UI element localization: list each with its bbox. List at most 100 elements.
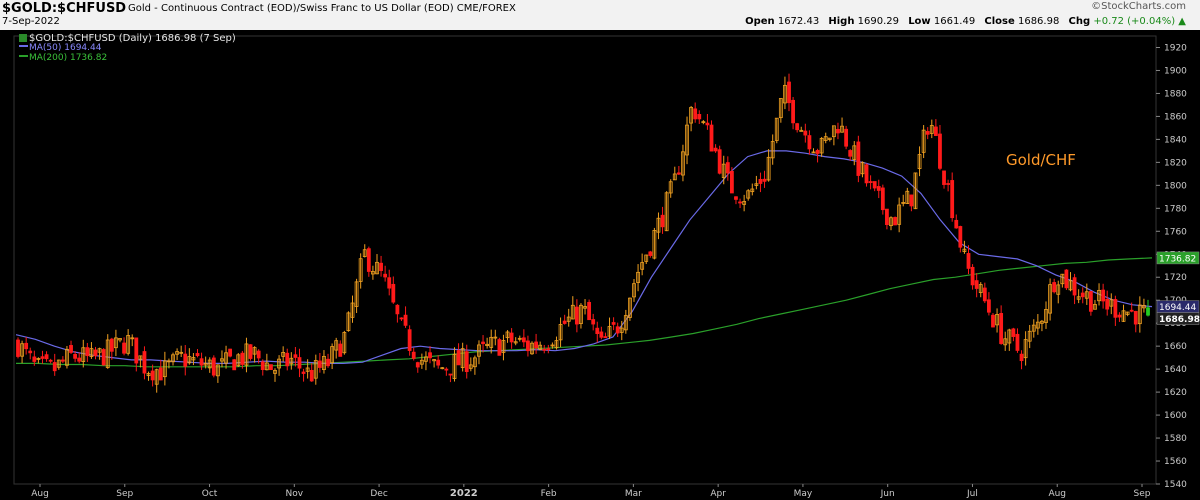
candle [330,343,335,370]
candle [827,137,832,142]
candle [444,367,449,376]
x-tick-label: Apr [710,489,726,499]
candle [807,130,812,155]
candle [628,297,632,321]
candle [513,337,518,346]
x-axis: Aug Sep Oct Nov Dec 2022 Feb Mar Apr May Jun Jul Aug… [31,484,1151,499]
candle [717,145,722,175]
candle [676,165,681,175]
close-value: 1686.98 [1017,16,1060,27]
legend-ma200: MA(200) 1736.82 [29,53,107,63]
candle [946,179,951,192]
candle [97,347,102,360]
candle [1113,295,1118,326]
y-axis: 1540156015801600162016401660168017001720… [1156,43,1187,490]
candle [701,120,706,125]
price-legend-swatch [19,34,27,42]
candle [260,359,265,376]
candle [220,350,224,368]
candle [876,179,881,199]
candle [795,122,800,133]
candle [1088,291,1093,316]
candle [1125,311,1130,317]
candle [395,304,400,323]
candle [921,125,926,159]
candle [999,305,1004,345]
candle [77,352,82,364]
candle [791,97,795,130]
high-value: 1690.29 [857,16,899,27]
candle [183,345,188,376]
exchange-text: CME/FOREX [456,3,516,14]
candle [472,355,477,375]
candle [289,352,294,370]
candle [1101,283,1106,309]
candle [281,346,286,362]
candle [342,330,347,355]
candle [428,346,432,364]
candle [1015,328,1020,353]
x-tick-label: 2022 [450,488,478,499]
candle [105,334,110,369]
candle [154,368,159,393]
candle [1137,296,1142,333]
close-label: Close [984,16,1015,27]
candle [705,113,710,130]
candle [1146,299,1150,317]
candle [138,355,143,368]
y-tick-label: 1780 [1164,204,1187,214]
y-tick-label: 1640 [1164,365,1187,375]
candle [697,110,702,124]
candle [554,336,559,350]
candle [122,337,126,356]
candle [938,125,942,171]
candle [603,332,608,339]
candle [783,76,787,110]
candle [868,175,873,190]
chart-date: 7-Sep-2022 [2,16,60,27]
high-label: High [828,16,855,27]
candle [509,328,514,349]
y-tick-label: 1860 [1164,112,1187,122]
candle [317,352,322,373]
candle [819,136,824,157]
candle [991,313,995,328]
candle [640,253,645,276]
candle [383,265,388,282]
candle [505,330,510,343]
candle [852,141,857,166]
candle [158,359,163,381]
candle [48,358,53,364]
up-arrow-icon: ▲ [1178,16,1186,27]
candle [636,264,640,292]
candle [774,117,779,144]
candle [501,334,506,361]
candle [652,227,657,260]
candle [89,342,94,359]
candle [709,120,714,152]
candle [762,170,767,188]
candle [864,163,869,187]
candle [1093,299,1097,310]
candle [1064,269,1069,290]
candle [766,149,771,182]
y-tick-label: 1900 [1164,66,1187,76]
candle [579,303,583,329]
brand-watermark: ©StockCharts.com [1091,1,1186,12]
candle [244,337,249,373]
candle [1023,331,1028,366]
candle [917,146,922,177]
candle [452,347,457,382]
candle [130,334,135,347]
candle [848,149,853,161]
candle [24,337,29,355]
candle [901,194,906,207]
candle [371,265,375,280]
candle [962,240,967,254]
x-tick-label: Jun [880,489,895,499]
candle [521,329,526,348]
candle [301,368,306,382]
candle [391,276,396,304]
candle [338,340,343,357]
candle [1044,301,1048,329]
